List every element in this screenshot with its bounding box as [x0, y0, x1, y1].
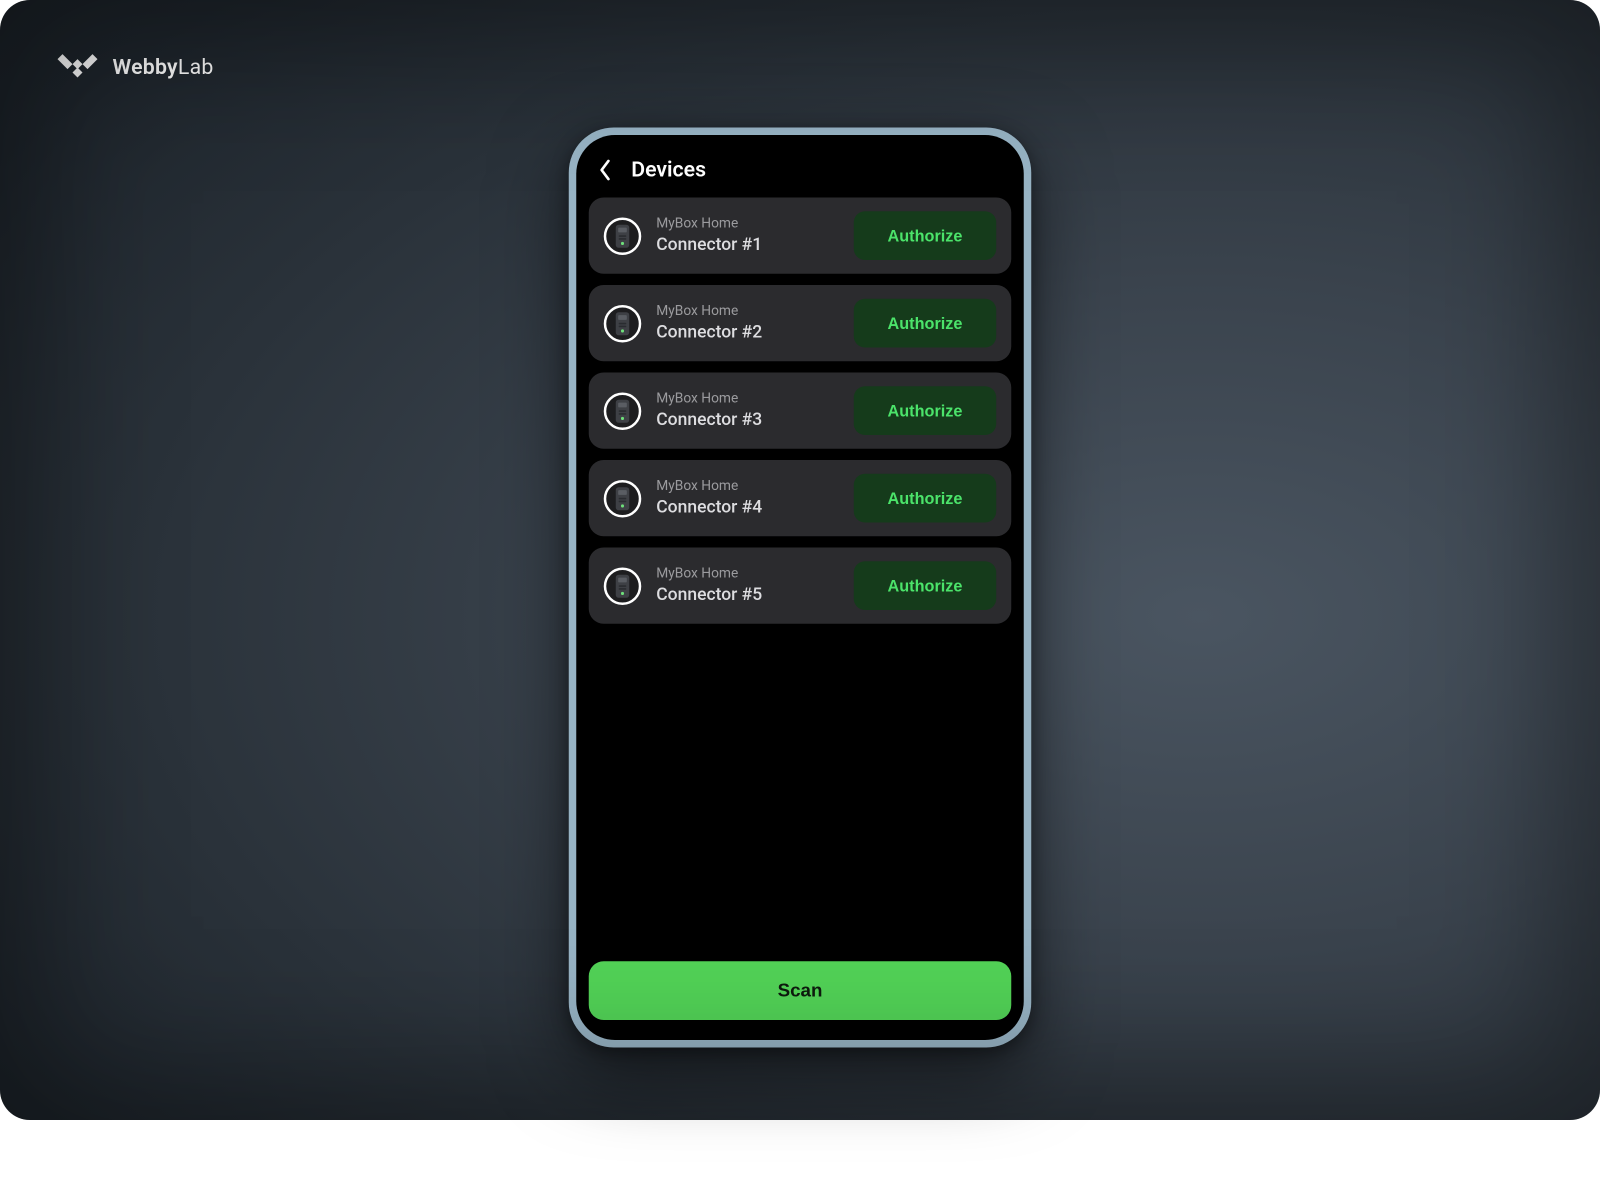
screen-header: Devices	[589, 153, 1012, 198]
device-card[interactable]: MyBox Home Connector #3 Authorize	[589, 373, 1012, 449]
brand-logo: WebbyLab	[58, 53, 214, 83]
device-text: MyBox Home Connector #5	[656, 567, 839, 605]
authorize-button[interactable]: Authorize	[854, 561, 997, 610]
device-card[interactable]: MyBox Home Connector #1 Authorize	[589, 198, 1012, 274]
device-name: Connector #3	[656, 409, 839, 429]
device-list: MyBox Home Connector #1 Authorize MyBox …	[589, 198, 1012, 624]
presentation-canvas: WebbyLab Devices MyBox Home	[0, 0, 1600, 1120]
device-subtitle: MyBox Home	[656, 567, 839, 582]
scan-button[interactable]: Scan	[589, 961, 1012, 1020]
back-icon[interactable]	[596, 159, 614, 182]
charger-icon	[604, 567, 642, 605]
authorize-button[interactable]: Authorize	[854, 299, 997, 348]
device-name: Connector #2	[656, 322, 839, 342]
charger-icon	[604, 217, 642, 255]
device-card[interactable]: MyBox Home Connector #5 Authorize	[589, 548, 1012, 624]
device-subtitle: MyBox Home	[656, 304, 839, 319]
page-title: Devices	[631, 158, 706, 183]
authorize-button[interactable]: Authorize	[854, 474, 997, 523]
spacer	[589, 624, 1012, 952]
charger-icon	[604, 479, 642, 517]
phone-screen: Devices MyBox Home Connector #1 Authoriz…	[576, 135, 1024, 1040]
device-name: Connector #4	[656, 497, 839, 517]
device-text: MyBox Home Connector #3	[656, 392, 839, 430]
device-text: MyBox Home Connector #4	[656, 479, 839, 517]
device-name: Connector #1	[656, 234, 839, 254]
authorize-button[interactable]: Authorize	[854, 386, 997, 435]
device-card[interactable]: MyBox Home Connector #2 Authorize	[589, 285, 1012, 361]
authorize-button[interactable]: Authorize	[854, 211, 997, 260]
webbylab-logo-icon	[58, 53, 98, 83]
phone-frame: Devices MyBox Home Connector #1 Authoriz…	[569, 128, 1032, 1048]
device-subtitle: MyBox Home	[656, 217, 839, 232]
device-text: MyBox Home Connector #2	[656, 304, 839, 342]
device-name: Connector #5	[656, 584, 839, 604]
device-subtitle: MyBox Home	[656, 392, 839, 407]
charger-icon	[604, 304, 642, 342]
charger-icon	[604, 392, 642, 430]
brand-name: WebbyLab	[113, 55, 214, 80]
device-card[interactable]: MyBox Home Connector #4 Authorize	[589, 460, 1012, 536]
device-text: MyBox Home Connector #1	[656, 217, 839, 255]
device-subtitle: MyBox Home	[656, 479, 839, 494]
